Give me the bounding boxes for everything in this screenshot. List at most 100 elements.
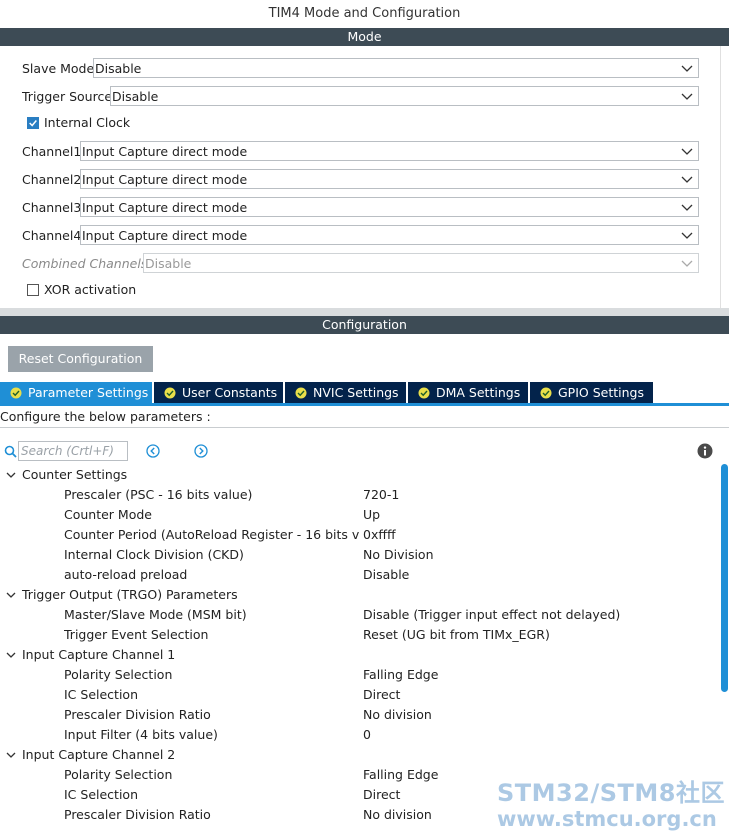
channel4-label: Channel4 [22, 228, 82, 243]
channel1-label: Channel1 [22, 144, 82, 159]
parameter-name: Prescaler Division Ratio [64, 807, 211, 822]
parameter-row[interactable]: Counter Mode Up [0, 505, 716, 525]
xor-activation-row[interactable]: XOR activation [27, 281, 327, 303]
parameter-value[interactable]: Falling Edge [363, 667, 438, 682]
chevron-down-icon [681, 232, 693, 239]
parameter-value[interactable]: Disable (Trigger input effect not delaye… [363, 607, 620, 622]
chevron-down-icon [681, 65, 693, 72]
tree-group[interactable]: Input Capture Channel 2 [0, 745, 716, 765]
channel3-label: Channel3 [22, 200, 82, 215]
parameter-value[interactable]: Disable [363, 567, 409, 582]
channel2-label: Channel2 [22, 172, 82, 187]
parameter-value[interactable]: Up [363, 507, 380, 522]
trigger-source-select[interactable]: Disable [110, 86, 699, 106]
check-circle-icon [540, 387, 552, 399]
parameter-row[interactable]: Prescaler (PSC - 16 bits value) 720-1 [0, 485, 716, 505]
channel3-select[interactable]: Input Capture direct mode [80, 197, 699, 217]
vertical-scrollbar[interactable] [721, 464, 728, 692]
check-circle-icon [10, 387, 22, 399]
tree-group[interactable]: Counter Settings [0, 465, 716, 485]
tab-bar: Parameter Settings User Constants NVIC S… [0, 382, 729, 404]
parameter-row[interactable]: Internal Clock Division (CKD) No Division [0, 545, 716, 565]
group-label: Trigger Output (TRGO) Parameters [22, 587, 238, 602]
parameter-row[interactable]: Counter Period (AutoReload Register - 16… [0, 525, 716, 545]
channel3-value: Input Capture direct mode [82, 200, 248, 215]
group-label: Input Capture Channel 2 [22, 747, 176, 762]
combined-channels-value: Disable [145, 256, 192, 271]
parameter-value[interactable]: No division [363, 707, 432, 722]
chevron-down-icon [681, 260, 693, 267]
tab-label: DMA Settings [436, 385, 521, 400]
parameter-value[interactable]: No division [363, 807, 432, 822]
internal-clock-row[interactable]: Internal Clock [27, 114, 327, 136]
chevron-down-icon [681, 176, 693, 183]
parameter-row[interactable]: Input Filter (4 bits value) 0 [0, 725, 716, 745]
parameter-row[interactable]: Master/Slave Mode (MSM bit) Disable (Trig… [0, 605, 716, 625]
parameter-name: Internal Clock Division (CKD) [64, 547, 244, 562]
chevron-down-icon[interactable] [5, 589, 17, 601]
check-circle-icon [164, 387, 176, 399]
tab-label: Parameter Settings [28, 385, 149, 400]
channel4-select[interactable]: Input Capture direct mode [80, 225, 699, 245]
reset-configuration-button[interactable]: Reset Configuration [8, 346, 153, 372]
search-icon [4, 445, 17, 458]
parameter-name: Counter Mode [64, 507, 152, 522]
parameter-value[interactable]: 0xffff [363, 527, 396, 542]
tab-nvic-settings[interactable]: NVIC Settings [285, 382, 406, 404]
tree-group[interactable]: Trigger Output (TRGO) Parameters [0, 585, 716, 605]
parameter-value[interactable]: Reset (UG bit from TIMx_EGR) [363, 627, 550, 642]
previous-match-icon[interactable] [146, 444, 160, 458]
parameter-row[interactable]: Trigger Event Selection Reset (UG bit fro… [0, 625, 716, 645]
parameter-name: Polarity Selection [64, 767, 173, 782]
combined-channels-select: Disable [143, 253, 699, 273]
parameter-name: Polarity Selection [64, 667, 173, 682]
trigger-source-value: Disable [112, 89, 159, 104]
parameter-value[interactable]: Direct [363, 787, 400, 802]
search-input[interactable] [18, 441, 128, 461]
section-divider [0, 308, 729, 316]
group-label: Counter Settings [22, 467, 128, 482]
next-match-icon[interactable] [194, 444, 208, 458]
parameter-value[interactable]: Direct [363, 687, 400, 702]
parameter-name: IC Selection [64, 687, 138, 702]
slave-mode-value: Disable [95, 61, 142, 76]
channel1-value: Input Capture direct mode [82, 144, 248, 159]
mode-panel: Slave Mode Disable Trigger Source Disabl… [0, 46, 721, 308]
info-icon[interactable] [697, 443, 713, 459]
chevron-down-icon[interactable] [5, 649, 17, 661]
parameter-value[interactable]: 720-1 [363, 487, 399, 502]
tab-dma-settings[interactable]: DMA Settings [408, 382, 528, 404]
parameter-value[interactable]: 0 [363, 727, 371, 742]
watermark: STM32/STM8社区 www.stmcu.org.cn [497, 779, 729, 831]
chevron-down-icon[interactable] [5, 469, 17, 481]
parameter-row[interactable]: IC Selection Direct [0, 685, 716, 705]
tab-gpio-settings[interactable]: GPIO Settings [530, 382, 653, 404]
parameter-name: Counter Period (AutoReload Register - 16… [64, 527, 359, 542]
internal-clock-label: Internal Clock [44, 115, 131, 130]
tab-label: NVIC Settings [313, 385, 399, 400]
watermark-line1: STM32/STM8社区 [497, 779, 725, 807]
slave-mode-select[interactable]: Disable [93, 58, 699, 78]
parameter-value[interactable]: Falling Edge [363, 767, 438, 782]
configuration-section-header: Configuration [0, 316, 729, 334]
group-label: Input Capture Channel 1 [22, 647, 176, 662]
xor-activation-label: XOR activation [44, 282, 137, 297]
channel1-select[interactable]: Input Capture direct mode [80, 141, 699, 161]
watermark-line2: www.stmcu.org.cn [497, 807, 717, 831]
tab-underline [0, 403, 729, 406]
parameter-row[interactable]: Prescaler Division Ratio No division [0, 705, 716, 725]
tab-user-constants[interactable]: User Constants [154, 382, 283, 404]
divider [0, 427, 729, 428]
chevron-down-icon[interactable] [5, 749, 17, 761]
tree-group[interactable]: Input Capture Channel 1 [0, 645, 716, 665]
parameter-value[interactable]: No Division [363, 547, 434, 562]
parameter-name: auto-reload preload [64, 567, 188, 582]
check-circle-icon [418, 387, 430, 399]
channel2-select[interactable]: Input Capture direct mode [80, 169, 699, 189]
parameter-row[interactable]: auto-reload preload Disable [0, 565, 716, 585]
combined-channels-label: Combined Channels [22, 256, 148, 271]
internal-clock-checkbox[interactable] [27, 117, 39, 129]
parameter-row[interactable]: Polarity Selection Falling Edge [0, 665, 716, 685]
xor-activation-checkbox[interactable] [27, 284, 39, 296]
tab-parameter-settings[interactable]: Parameter Settings [0, 382, 152, 404]
